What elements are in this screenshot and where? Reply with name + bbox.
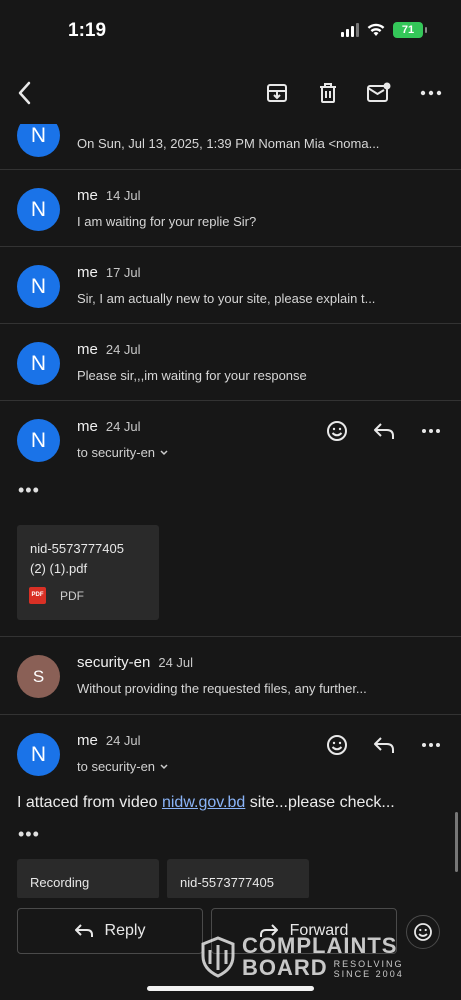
emoji-icon — [327, 421, 347, 441]
react-button[interactable] — [324, 732, 350, 758]
message-snippet: Without providing the requested files, a… — [77, 681, 367, 696]
status-bar: 1:19 71 — [0, 0, 461, 62]
message-date: 24 Jul — [158, 655, 194, 670]
complaintsboard-watermark: COMPLAINTS BOARD RESOLVING SINCE 2004 — [200, 935, 404, 979]
watermark-sub2: SINCE 2004 — [333, 969, 404, 979]
emoji-reaction-button[interactable] — [406, 915, 440, 949]
message-sender: me 14 Jul — [77, 187, 141, 204]
thread-message[interactable]: N me 14 Jul I am waiting for your replie … — [0, 170, 461, 247]
more-horizontal-icon — [420, 90, 442, 96]
attachment-name: nid-5573777405 (2) (1).pdf — [30, 541, 124, 576]
attachment-card[interactable]: Recording — [17, 859, 159, 899]
emoji-icon — [414, 923, 432, 941]
avatar: N — [17, 733, 60, 776]
thread-message-expanded: N me 24 Jul to security-en I attaced from… — [0, 715, 461, 915]
thread-message-expanded: N me 24 Jul to security-en ••• nid-557377… — [0, 401, 461, 637]
attachment-type-label: PDF — [60, 588, 84, 603]
delete-button[interactable] — [313, 78, 343, 108]
avatar: N — [17, 342, 60, 385]
message-more-button[interactable] — [418, 418, 444, 444]
archive-button[interactable] — [262, 78, 292, 108]
status-icons: 71 — [341, 22, 427, 38]
reply-icon — [74, 924, 93, 937]
watermark-sub1: RESOLVING — [333, 959, 404, 969]
recipients-toggle[interactable]: to security-en — [77, 759, 169, 774]
message-date: 17 Jul — [105, 265, 141, 280]
message-sender: me 24 Jul — [77, 732, 141, 749]
message-more-button[interactable] — [418, 732, 444, 758]
message-sender: me 17 Jul — [77, 264, 141, 281]
message-sender: me 24 Jul — [77, 418, 141, 435]
scrollbar[interactable] — [455, 812, 458, 872]
avatar: N — [17, 265, 60, 308]
react-button[interactable] — [324, 418, 350, 444]
thread-message[interactable]: N On Sun, Jul 13, 2025, 1:39 PM Noman Mi… — [0, 124, 461, 170]
message-date: 14 Jul — [105, 188, 141, 203]
reply-button[interactable]: Reply — [17, 908, 203, 954]
message-snippet: Please sir,,,im waiting for your respons… — [77, 368, 307, 383]
message-snippet: Sir, I am actually new to your site, ple… — [77, 291, 376, 306]
avatar: N — [17, 124, 60, 157]
attachment-type: PDF PDF — [17, 579, 159, 604]
reply-message-button[interactable] — [371, 732, 397, 758]
trash-icon — [320, 83, 336, 103]
avatar: N — [17, 419, 60, 462]
avatar: N — [17, 188, 60, 231]
email-thread: N On Sun, Jul 13, 2025, 1:39 PM Noman Mi… — [0, 124, 461, 915]
message-date: 24 Jul — [105, 419, 141, 434]
recipients-toggle[interactable]: to security-en — [77, 445, 169, 460]
attachment-card[interactable]: nid-5573777405 (2) (1).pdf PDF PDF — [17, 525, 159, 620]
back-button[interactable] — [10, 78, 40, 108]
watermark-line1: COMPLAINTS — [242, 933, 398, 958]
attachment-name: nid-5573777405 — [180, 875, 274, 890]
mark-unread-button[interactable] — [364, 78, 394, 108]
reply-icon — [374, 423, 394, 439]
more-horizontal-icon — [422, 743, 440, 747]
signal-icon — [341, 23, 359, 37]
avatar: S — [17, 655, 60, 698]
attachment-card[interactable]: nid-5573777405 — [167, 859, 309, 899]
status-time: 1:19 — [68, 20, 107, 41]
reply-message-button[interactable] — [371, 418, 397, 444]
chevron-left-icon — [18, 81, 31, 105]
toolbar — [0, 62, 461, 124]
home-indicator — [147, 986, 314, 991]
message-date: 24 Jul — [105, 342, 141, 357]
reply-icon — [374, 737, 394, 753]
more-horizontal-icon — [422, 429, 440, 433]
body-link[interactable]: nidw.gov.bd — [162, 794, 245, 811]
message-snippet: I am waiting for your replie Sir? — [77, 214, 257, 229]
chevron-down-icon — [160, 450, 168, 456]
more-options-button[interactable] — [416, 78, 446, 108]
shield-logo-icon — [201, 936, 235, 978]
message-sender: security-en 24 Jul — [77, 654, 194, 671]
message-date: 24 Jul — [105, 733, 141, 748]
pdf-icon: PDF — [29, 587, 46, 604]
reply-label: Reply — [104, 922, 146, 939]
thread-message[interactable]: S security-en 24 Jul Without providing th… — [0, 637, 461, 715]
message-body: I attaced from video nidw.gov.bd site...… — [17, 794, 395, 811]
attachment-name: Recording — [30, 875, 90, 890]
watermark-line2: BOARD — [242, 955, 328, 980]
thread-message[interactable]: N me 17 Jul Sir, I am actually new to you… — [0, 247, 461, 324]
mail-unread-icon — [367, 82, 391, 102]
show-quoted-button[interactable]: ••• — [18, 824, 40, 845]
wifi-icon — [367, 23, 385, 36]
archive-icon — [267, 84, 287, 102]
chevron-down-icon — [160, 764, 168, 770]
battery-indicator: 71 — [393, 22, 427, 38]
emoji-icon — [327, 735, 347, 755]
message-sender: me 24 Jul — [77, 341, 141, 358]
thread-message[interactable]: N me 24 Jul Please sir,,,im waiting for y… — [0, 324, 461, 401]
message-snippet: On Sun, Jul 13, 2025, 1:39 PM Noman Mia … — [77, 136, 380, 151]
show-quoted-button[interactable]: ••• — [18, 480, 40, 501]
